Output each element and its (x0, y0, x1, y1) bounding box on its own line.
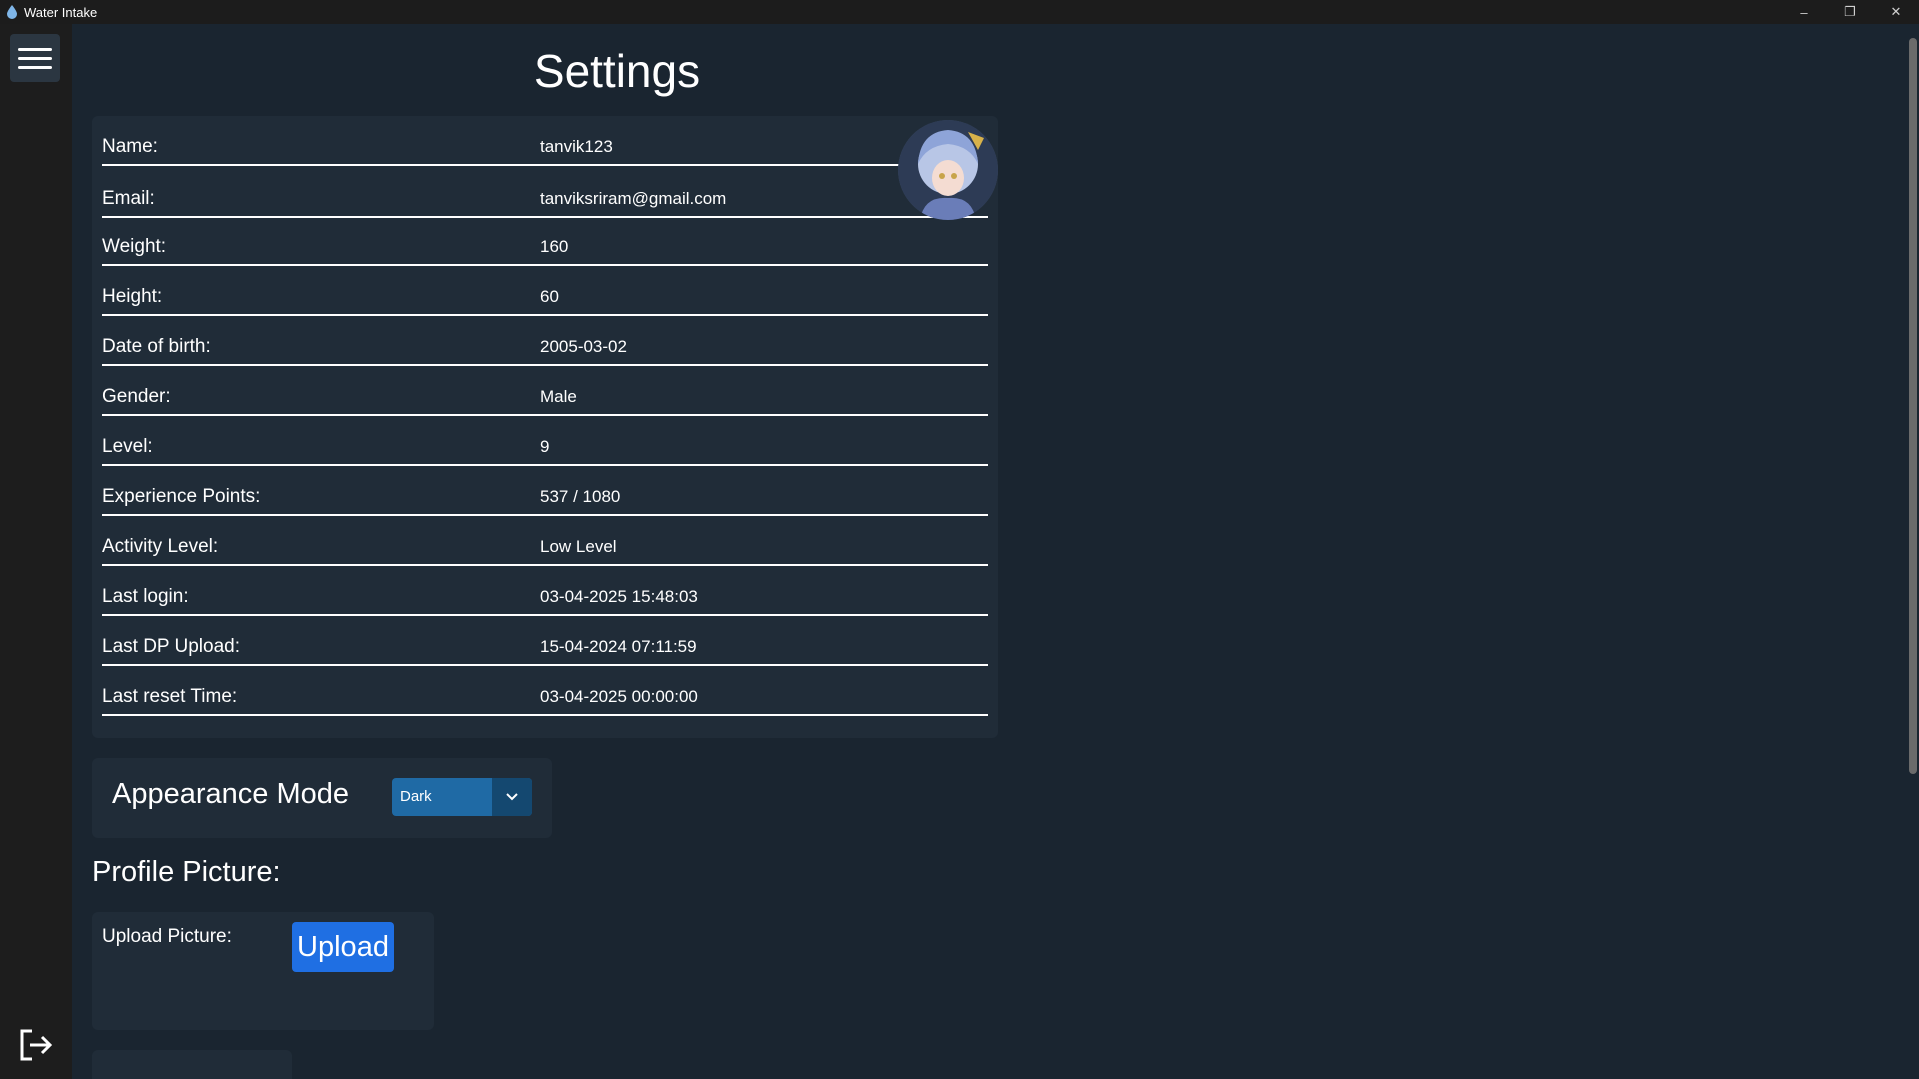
field-value: tanviksriram@gmail.com (540, 189, 727, 208)
info-row-last-login: Last login: 03-04-2025 15:48:03 (102, 580, 988, 616)
info-row-weight: Weight: 160 (102, 230, 988, 266)
field-label: Gender: (102, 386, 171, 407)
chevron-down-icon (506, 793, 518, 801)
field-label: Name: (102, 136, 158, 157)
appearance-mode-value: Dark (400, 788, 432, 805)
page-title: Settings (533, 45, 701, 97)
upload-picture-card: Upload Picture: Upload (92, 912, 434, 1030)
field-label: Last reset Time: (102, 686, 238, 707)
info-row-last-dp-upload: Last DP Upload: 15-04-2024 07:11:59 (102, 630, 988, 666)
logout-button[interactable] (14, 1023, 58, 1067)
info-row-activity-level: Activity Level: Low Level (102, 530, 988, 566)
field-value: 9 (540, 437, 550, 456)
field-value: tanvik123 (540, 137, 613, 156)
appearance-mode-card: Appearance Mode Dark (92, 758, 552, 838)
hamburger-menu-icon (18, 65, 52, 69)
minimize-button[interactable]: – (1781, 0, 1827, 24)
field-value: 160 (540, 237, 569, 256)
logout-icon (20, 1029, 53, 1061)
partial-card (92, 1050, 292, 1079)
water-drop-icon (4, 4, 20, 20)
info-row-level: Level: 9 (102, 430, 988, 466)
dropdown-arrow-button[interactable] (492, 778, 532, 816)
upload-picture-label: Upload Picture: (102, 926, 232, 947)
window-title: Water Intake (24, 4, 98, 20)
scrollbar-thumb[interactable] (1909, 38, 1917, 774)
field-label: Email: (102, 188, 155, 209)
restore-button[interactable]: ❐ (1827, 0, 1873, 24)
profile-picture-heading: Profile Picture: (92, 856, 281, 888)
info-row-email: Email: tanviksriram@gmail.com (102, 182, 988, 218)
hamburger-menu-icon (18, 56, 52, 60)
hamburger-menu-button[interactable] (10, 34, 60, 82)
field-value: 03-04-2025 00:00:00 (540, 687, 698, 706)
field-label: Experience Points: (102, 486, 261, 507)
field-value: 03-04-2025 15:48:03 (540, 587, 698, 606)
field-value: 537 / 1080 (540, 487, 621, 506)
hamburger-menu-icon (18, 47, 52, 51)
upload-button[interactable]: Upload (292, 922, 394, 972)
info-row-experience-points: Experience Points: 537 / 1080 (102, 480, 988, 516)
avatar (898, 120, 998, 220)
field-label: Activity Level: (102, 536, 219, 557)
field-value: Low Level (540, 537, 617, 556)
appearance-mode-dropdown[interactable]: Dark (392, 778, 532, 816)
vertical-scrollbar[interactable] (1907, 38, 1919, 1068)
info-row-last-reset-time: Last reset Time: 03-04-2025 00:00:00 (102, 680, 988, 716)
field-value: 2005-03-02 (540, 337, 627, 356)
field-label: Weight: (102, 236, 167, 257)
info-row-name: Name: tanvik123 (102, 130, 988, 166)
field-label: Last DP Upload: (102, 636, 241, 657)
settings-panel: Settings Name: tanvik123 Email: tanviksr… (72, 24, 1919, 1079)
title-bar: Water Intake – ❐ ✕ (0, 0, 1919, 24)
profile-info-card: Name: tanvik123 Email: tanviksriram@gmai… (92, 116, 998, 738)
field-value: 60 (540, 287, 559, 306)
info-row-height: Height: 60 (102, 280, 988, 316)
field-label: Level: (102, 436, 153, 457)
info-row-gender: Gender: Male (102, 380, 988, 416)
field-label: Last login: (102, 586, 189, 607)
field-value: Male (540, 387, 577, 406)
field-value: 15-04-2024 07:11:59 (540, 637, 697, 656)
appearance-mode-label: Appearance Mode (112, 778, 349, 810)
sidebar (0, 24, 72, 1079)
info-row-date-of-birth: Date of birth: 2005-03-02 (102, 330, 988, 366)
field-label: Height: (102, 286, 163, 307)
close-button[interactable]: ✕ (1873, 0, 1919, 24)
field-label: Date of birth: (102, 336, 211, 357)
window-controls: – ❐ ✕ (1781, 0, 1919, 24)
